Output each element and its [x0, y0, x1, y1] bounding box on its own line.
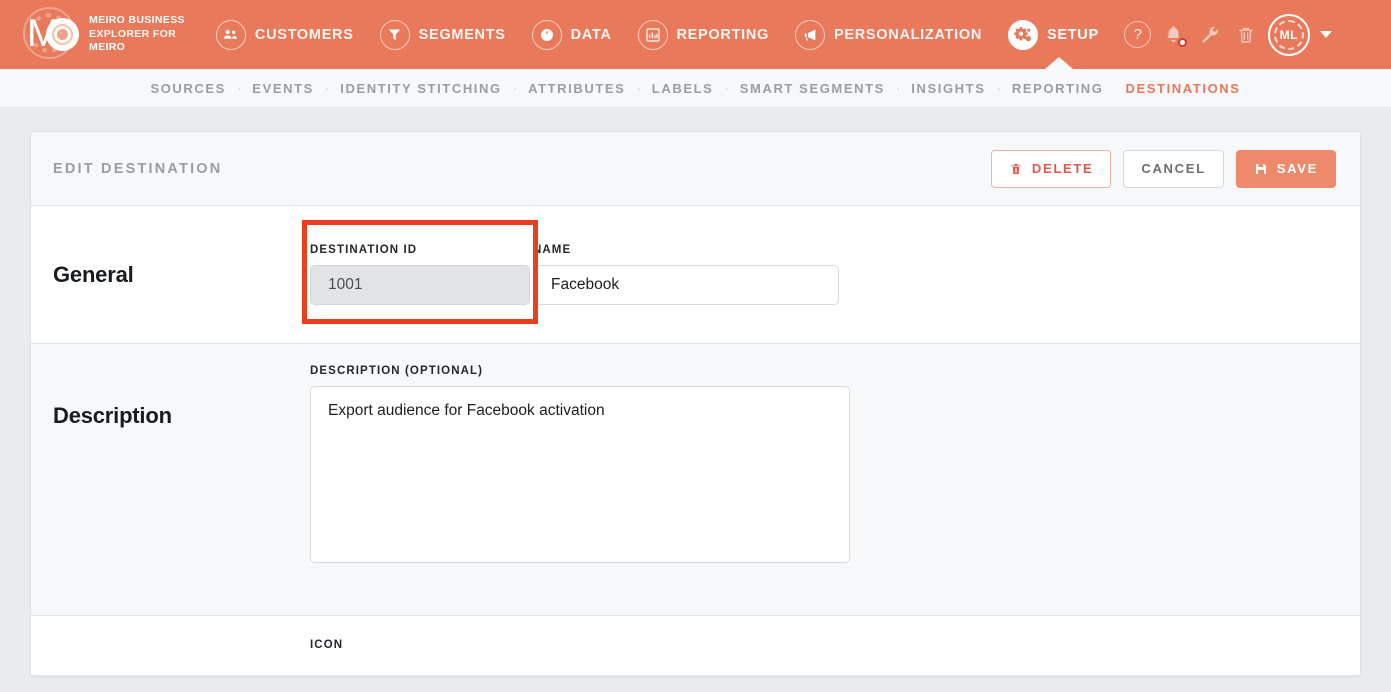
cancel-button-label: CANCEL: [1141, 161, 1206, 176]
subnav-item-labels[interactable]: LABELS: [641, 81, 725, 96]
main-content-area: EDIT DESTINATION DELETE CANCEL SAVE Gene…: [0, 108, 1391, 691]
section-description: Description DESCRIPTION (OPTIONAL): [31, 344, 1360, 616]
description-field-group: DESCRIPTION (OPTIONAL): [297, 344, 850, 563]
section-icon: ICON: [31, 616, 1360, 676]
card-header: EDIT DESTINATION DELETE CANCEL SAVE: [31, 132, 1360, 206]
megaphone-icon: [795, 19, 826, 50]
delete-button-label: DELETE: [1031, 161, 1094, 176]
description-label: DESCRIPTION (OPTIONAL): [310, 365, 484, 377]
nav-label-customers: CUSTOMERS: [254, 26, 354, 43]
cancel-button[interactable]: CANCEL: [1123, 149, 1224, 188]
subnav-item-destinations[interactable]: DESTINATIONS: [1115, 81, 1252, 96]
nav-label-data: DATA: [570, 26, 612, 43]
gears-icon: [1008, 19, 1038, 50]
meiro-logo-icon: M: [22, 6, 80, 64]
help-question-glyph: ?: [1124, 21, 1152, 48]
nav-label-setup: SETUP: [1047, 26, 1099, 43]
user-avatar[interactable]: ML: [1267, 13, 1310, 56]
save-button-label: SAVE: [1276, 161, 1318, 176]
trash-icon: [1011, 163, 1021, 174]
delete-button[interactable]: DELETE: [990, 149, 1112, 188]
top-utility-icons: ?: [1122, 19, 1262, 51]
description-textarea[interactable]: [310, 386, 850, 563]
funnel-icon: [379, 19, 410, 50]
brand-logo-block[interactable]: M MEIRO BUSINESS EXPLORER FOR MEIRO: [22, 6, 185, 64]
section-general: General DESTINATION ID NAME: [31, 206, 1360, 344]
destination-id-field-group: DESTINATION ID: [297, 244, 530, 305]
destination-id-label: DESTINATION ID: [310, 244, 418, 256]
description-fields: DESCRIPTION (OPTIONAL): [297, 344, 1338, 563]
save-button[interactable]: SAVE: [1235, 149, 1336, 188]
subnav-item-sources[interactable]: SOURCES: [139, 81, 237, 96]
nav-item-reporting[interactable]: REPORTING: [625, 0, 783, 69]
name-label: NAME: [533, 244, 572, 256]
active-nav-pointer: [1045, 57, 1073, 69]
notification-badge: [1175, 35, 1189, 49]
destination-id-input[interactable]: [310, 265, 530, 305]
nav-item-customers[interactable]: CUSTOMERS: [203, 0, 367, 69]
nav-label-segments: SEGMENTS: [418, 26, 506, 43]
general-fields: DESTINATION ID NAME: [297, 220, 1338, 324]
nav-item-personalization[interactable]: PERSONALIZATION: [782, 0, 995, 69]
nav-label-personalization: PERSONALIZATION: [834, 26, 982, 43]
subnav-item-smart-segments[interactable]: SMART SEGMENTS: [729, 81, 896, 96]
bar-chart-icon: [637, 19, 668, 50]
people-icon: [215, 19, 246, 50]
icon-fields: ICON: [297, 616, 1338, 660]
section-general-label: General: [53, 261, 134, 287]
subnav-item-reporting[interactable]: REPORTING: [1001, 81, 1115, 96]
avatar-initials: ML: [1279, 27, 1298, 42]
floppy-disk-icon: [1255, 163, 1266, 174]
subnav-item-attributes[interactable]: ATTRIBUTES: [517, 81, 636, 96]
icon-field-group: ICON: [310, 639, 343, 660]
subnav-item-identity-stitching[interactable]: IDENTITY STITCHING: [329, 81, 512, 96]
nav-item-data[interactable]: DATA: [519, 0, 625, 69]
section-description-label: Description: [53, 403, 172, 428]
icon-label: ICON: [310, 639, 344, 651]
top-navigation-bar: M MEIRO BUSINESS EXPLORER FOR MEIRO CUST…: [0, 0, 1391, 69]
database-icon: [531, 19, 562, 50]
notifications-bell-icon[interactable]: [1158, 19, 1190, 51]
nav-item-segments[interactable]: SEGMENTS: [367, 0, 519, 69]
edit-destination-card: EDIT DESTINATION DELETE CANCEL SAVE Gene…: [30, 131, 1361, 677]
help-icon[interactable]: ?: [1122, 19, 1154, 51]
name-input[interactable]: [533, 265, 839, 305]
subnav-item-insights[interactable]: INSIGHTS: [900, 81, 996, 96]
brand-line-2: EXPLORER FOR: [89, 27, 177, 40]
header-actions: DELETE CANCEL SAVE: [990, 149, 1336, 188]
brand-text: MEIRO BUSINESS EXPLORER FOR MEIRO: [89, 14, 185, 55]
subnav-item-events[interactable]: EVENTS: [241, 81, 325, 96]
trash-icon[interactable]: [1230, 19, 1262, 51]
brand-line-1: MEIRO BUSINESS: [89, 14, 185, 27]
page-title: EDIT DESTINATION: [53, 160, 223, 177]
brand-line-3: MEIRO: [89, 41, 126, 54]
name-field-group: NAME: [533, 244, 839, 305]
wrench-icon[interactable]: [1194, 19, 1226, 51]
sub-navigation-bar: SOURCES · EVENTS · IDENTITY STITCHING · …: [0, 69, 1391, 108]
chevron-down-icon[interactable]: [1319, 31, 1332, 38]
nav-label-reporting: REPORTING: [676, 26, 770, 43]
